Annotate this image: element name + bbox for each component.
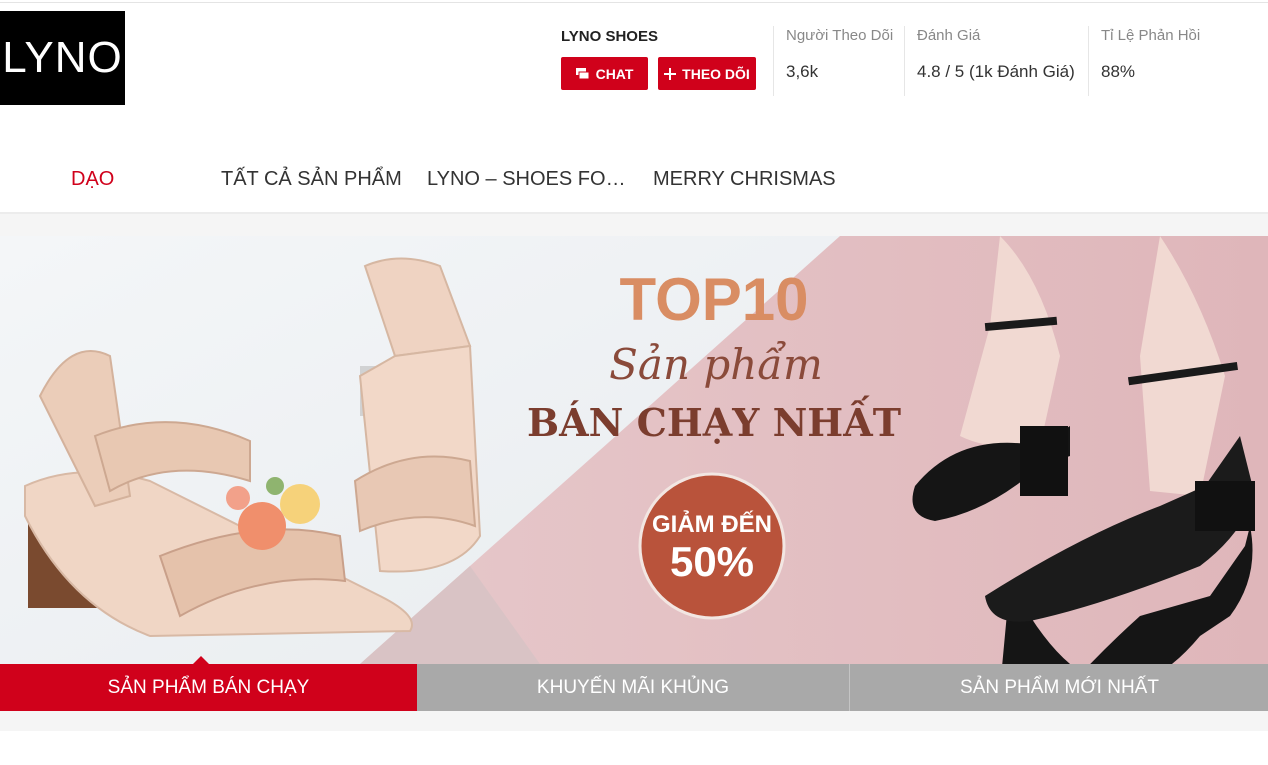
follow-button[interactable]: THEO DÕI <box>658 57 756 90</box>
chat-button[interactable]: CHAT <box>561 57 648 90</box>
tab-big-promotions[interactable]: KHUYẾN MÃI KHỦNG <box>417 664 849 711</box>
stat-response-rate-label: Tỉ Lệ Phản Hồi <box>1101 27 1201 44</box>
top-border <box>0 2 1268 3</box>
stat-rating-value: 4.8 / 5 (1k Đánh Giá) <box>917 62 1075 81</box>
shop-nav: DẠO TẤT CẢ SẢN PHẨM LYNO – SHOES FO… MER… <box>0 168 1268 198</box>
promo-banner[interactable]: TOP10 Sản phẩm BÁN CHẠY NHẤT GIẢM ĐẾN 50… <box>0 236 1268 664</box>
follow-label: THEO DÕI <box>682 65 750 82</box>
stat-response-rate-value: 88% <box>1101 62 1136 81</box>
chat-icon <box>575 67 590 80</box>
stat-followers-value: 3,6k <box>786 62 819 81</box>
nav-item-all-products[interactable]: TẤT CẢ SẢN PHẨM <box>221 168 402 191</box>
stat-response-rate: Tỉ Lệ Phản Hồi 88% <box>1088 26 1200 96</box>
shop-logo[interactable]: LYNO <box>0 11 125 105</box>
stat-followers: Người Theo Dõi 3,6k <box>773 26 893 96</box>
stat-rating-label: Đánh Giá <box>917 27 981 44</box>
tab-best-sellers[interactable]: SẢN PHẨM BÁN CHẠY <box>0 664 417 711</box>
banner-artwork: TOP10 Sản phẩm BÁN CHẠY NHẤT GIẢM ĐẾN 50… <box>0 236 1268 664</box>
banner-script-line: Sản phẩm <box>609 340 823 389</box>
active-tab-caret <box>193 656 209 664</box>
plus-icon <box>664 67 677 80</box>
nav-item-merry-christmas[interactable]: MERRY CHRISMAS <box>653 168 836 191</box>
stat-followers-label: Người Theo Dõi <box>786 27 894 44</box>
category-tabs: SẢN PHẨM BÁN CHẠY KHUYẾN MÃI KHỦNG SẢN P… <box>0 664 1268 711</box>
shop-name[interactable]: LYNO SHOES <box>561 28 658 45</box>
banner-subline: BÁN CHẠY NHẤT <box>527 396 901 445</box>
chat-label: CHAT <box>595 65 634 82</box>
nav-item-explore[interactable]: DẠO <box>71 168 114 191</box>
tab-newest-products[interactable]: SẢN PHẨM MỚI NHẤT <box>849 664 1268 711</box>
discount-line-1: GIẢM ĐẾN <box>652 509 772 538</box>
banner-headline: TOP10 <box>620 266 809 333</box>
section-spacer-bottom <box>0 711 1268 731</box>
stat-rating: Đánh Giá 4.8 / 5 (1k Đánh Giá) <box>904 26 1075 96</box>
logo-text: LYNO <box>2 33 123 82</box>
nav-item-lyno-shoes[interactable]: LYNO – SHOES FO… <box>427 168 626 191</box>
discount-line-2: 50% <box>670 538 754 585</box>
section-spacer <box>0 214 1268 236</box>
